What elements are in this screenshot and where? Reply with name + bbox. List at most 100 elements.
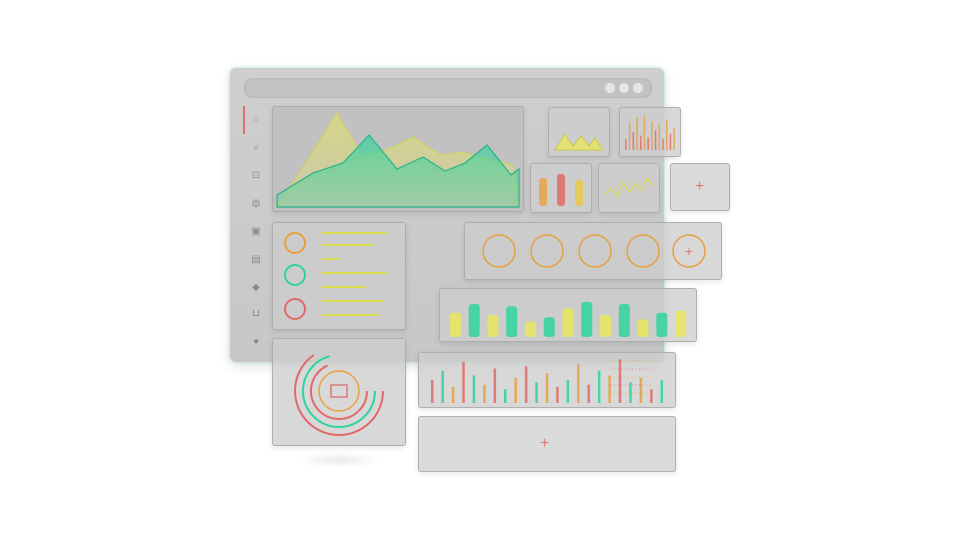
active-indicator: [243, 106, 245, 134]
wide-bar-chart-panel: ············ ············ ············ ····…: [418, 352, 676, 408]
bar: [651, 121, 653, 150]
add-widget-large[interactable]: +: [418, 416, 676, 472]
bar: [562, 308, 574, 337]
bar: [451, 386, 455, 403]
document-icon[interactable]: ▤: [250, 254, 262, 266]
gauge-1: [539, 178, 547, 206]
bar: [556, 386, 559, 403]
bar: [462, 361, 465, 403]
search-icon[interactable]: ⌕: [250, 142, 262, 154]
bar: [483, 384, 486, 403]
add-widget-small[interactable]: +: [670, 163, 730, 211]
bar: [566, 380, 570, 403]
bar: [673, 128, 675, 150]
bar: [637, 319, 649, 337]
bar: [600, 315, 612, 337]
tag-icon[interactable]: ◆: [250, 282, 262, 294]
basket-icon[interactable]: ⊔: [250, 308, 262, 320]
bar: [449, 312, 461, 337]
circle-truck[interactable]: [626, 234, 660, 268]
bar: [504, 389, 507, 403]
progress-ring-1: [284, 232, 306, 254]
bar: [656, 312, 668, 337]
progress-ring-3: [284, 298, 306, 320]
icon-circles: +: [482, 234, 706, 268]
bar: [639, 135, 642, 150]
bar: [647, 137, 649, 150]
bar: [628, 123, 631, 150]
cylinder-bar-chart: [449, 301, 687, 337]
legend-dots: ············: [609, 366, 652, 373]
maximize-dot[interactable]: [619, 83, 629, 93]
ring-4: [318, 370, 360, 412]
bar: [487, 315, 499, 337]
bar: [493, 368, 497, 403]
bar: [472, 375, 476, 403]
add-icon: +: [540, 435, 550, 452]
wide-bar-chart: ········································…: [430, 358, 664, 403]
concentric-rings-panel: [272, 338, 406, 446]
bar: [660, 380, 664, 403]
bar: [669, 133, 672, 150]
area-chart-panel: [272, 106, 524, 212]
legend-dots: ············: [609, 382, 652, 389]
bar: [654, 130, 657, 150]
add-icon: +: [695, 178, 705, 195]
gauge-3: [575, 180, 583, 206]
mountain-series: [554, 133, 604, 151]
progress-ring-2: [284, 264, 306, 286]
bar: [441, 370, 444, 403]
bar: [514, 377, 517, 403]
mini-bar-chart: [625, 115, 675, 150]
cylinder-gauges: [539, 174, 583, 206]
bar: [545, 373, 549, 403]
circle-cart[interactable]: [530, 234, 564, 268]
user-icon[interactable]: ●: [250, 336, 262, 348]
area-chart: [276, 112, 520, 208]
bar: [636, 117, 638, 150]
bar: [587, 384, 590, 403]
bar: [675, 310, 687, 337]
bar: [643, 115, 646, 150]
circle-box[interactable]: [578, 234, 612, 268]
candlestick-panel: [598, 163, 660, 213]
bar: [665, 119, 668, 150]
gauge-2: [557, 174, 565, 206]
globe-icon[interactable]: ◍: [250, 198, 262, 210]
home-icon[interactable]: ⌂: [250, 114, 262, 126]
add-icon: +: [685, 243, 693, 259]
bar: [581, 301, 593, 337]
database-icon[interactable]: ▣: [250, 226, 262, 238]
mountain-chart-panel: [548, 107, 610, 157]
concentric-rings: [294, 346, 384, 436]
icon-circles-panel: +: [464, 222, 722, 280]
progress-list-panel: [272, 222, 406, 330]
ring-2: [302, 354, 376, 428]
floor-shadow: [296, 452, 382, 468]
title-bar: [244, 78, 652, 98]
bar: [506, 306, 518, 337]
bar: [618, 304, 630, 337]
close-dot[interactable]: [633, 83, 643, 93]
store-icon: [330, 384, 348, 398]
progress-list: [284, 232, 387, 320]
bar: [535, 382, 538, 403]
candlestick-chart: [604, 176, 654, 198]
cylinder-gauges-panel: [530, 163, 592, 213]
bar: [524, 366, 528, 403]
bar: [577, 363, 580, 403]
ring-outer: [294, 346, 384, 436]
bar: [524, 321, 536, 337]
bar: [430, 380, 434, 403]
circle-basket[interactable]: [482, 234, 516, 268]
cart-icon[interactable]: ⊡: [250, 170, 262, 182]
bar: [468, 304, 480, 337]
legend-dots: ············: [609, 374, 652, 381]
minimize-dot[interactable]: [605, 83, 615, 93]
mini-bar-chart-panel: [619, 107, 681, 157]
bar: [597, 370, 601, 403]
candlestick-series: [604, 176, 654, 198]
bar: [632, 132, 635, 150]
bar: [543, 317, 555, 337]
legend-dots: ············: [609, 358, 652, 365]
